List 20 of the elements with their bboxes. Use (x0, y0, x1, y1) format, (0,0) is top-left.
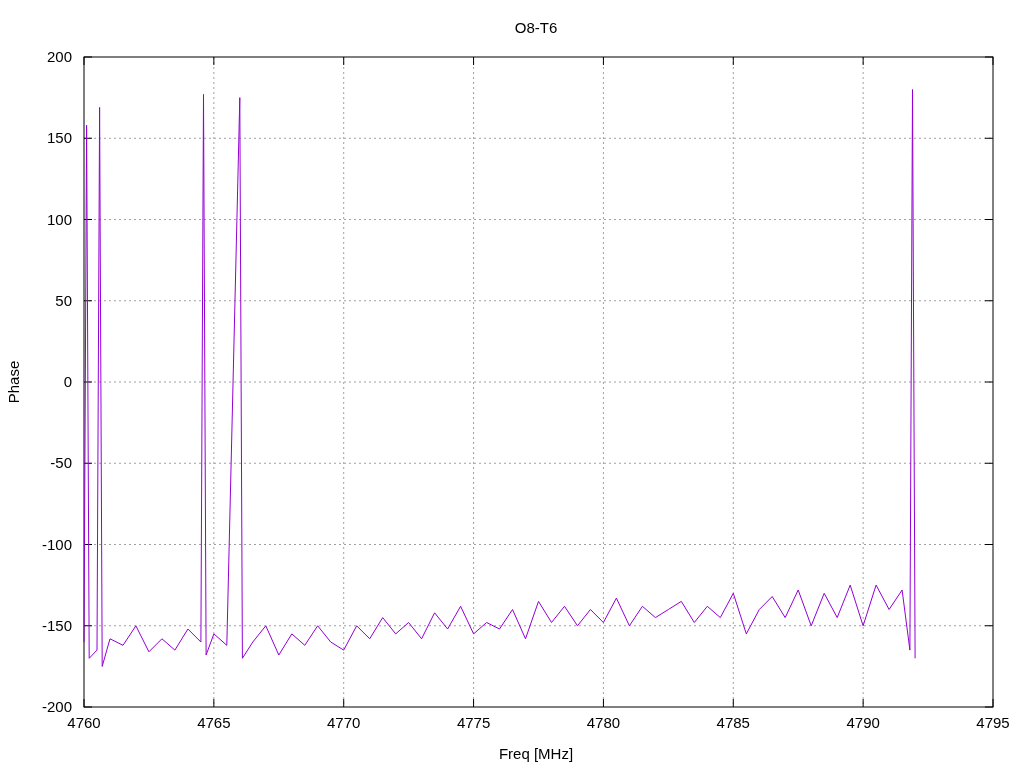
x-tick-label: 4770 (327, 714, 361, 731)
x-tick-label: 4760 (67, 714, 101, 731)
chart-title: O8-T6 (514, 19, 558, 36)
y-tick-label: 0 (63, 373, 72, 390)
x-tick-label: 4785 (716, 714, 750, 731)
x-tick-label: 4790 (846, 714, 880, 731)
y-tick-label: 50 (55, 291, 72, 309)
x-tick-label: 4765 (197, 714, 231, 731)
x-tick-label: 4775 (456, 714, 491, 731)
y-tick-label: 200 (46, 48, 72, 65)
x-tick-label: 4780 (586, 714, 621, 731)
y-tick-label: 100 (46, 210, 72, 228)
y-tick-label: -150 (41, 616, 72, 634)
x-axis-label: Freq [MHz] (498, 745, 574, 762)
y-tick-label: -200 (41, 698, 72, 715)
y-axis-label: Phase (5, 360, 22, 404)
y-tick-label: 150 (46, 129, 72, 147)
y-tick-label: -50 (50, 454, 72, 472)
y-tick-label: -100 (41, 535, 72, 553)
x-tick-label: 4795 (976, 714, 1010, 731)
